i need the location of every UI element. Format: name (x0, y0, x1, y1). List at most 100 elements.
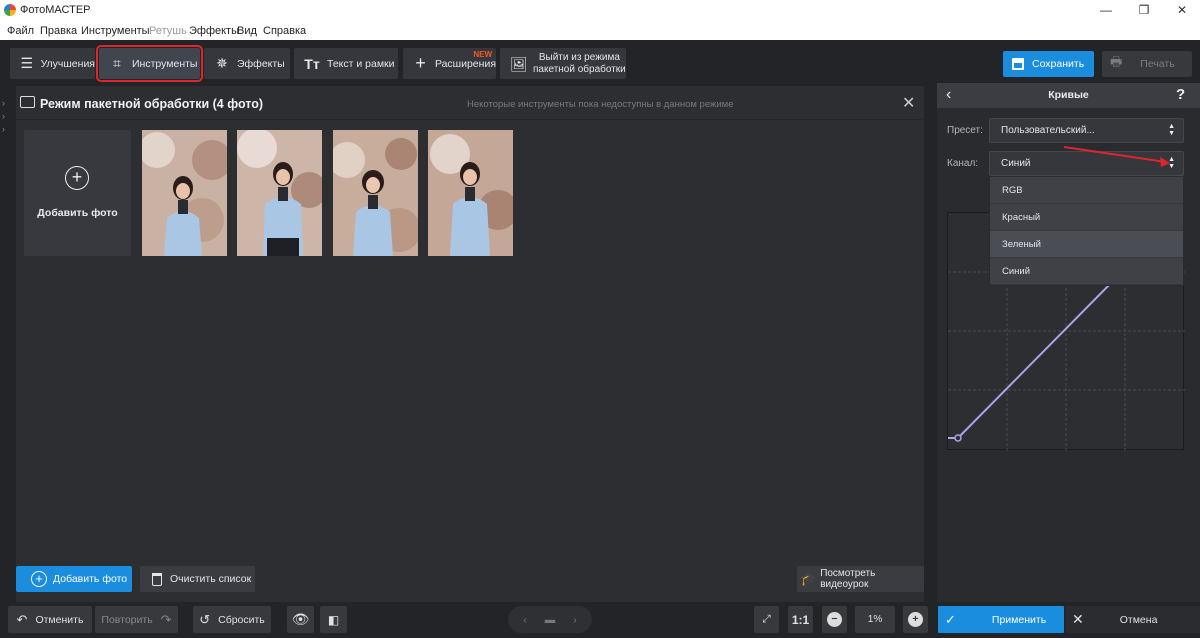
graduation-cap-icon: 🎓 (800, 571, 817, 586)
menu-bar: Файл Правка Инструменты Ретушь Эффекты В… (0, 20, 1200, 40)
tab-enhancements[interactable]: ☰ Улучшения (10, 48, 95, 79)
menu-tools[interactable]: Инструменты (81, 25, 150, 37)
channel-option-rgb[interactable]: RGB (990, 177, 1183, 204)
channel-label: Канал: (947, 158, 979, 169)
tab-text-frames[interactable]: Tт Текст и рамки (294, 48, 398, 79)
title-bar: ФотоМАСТЕР — ❐ ✕ (0, 0, 1200, 20)
reset-button[interactable]: ↺ Сбросить (193, 606, 271, 633)
add-circle-icon: + (31, 571, 47, 587)
tab-tools[interactable]: ⌗ Инструменты (96, 45, 203, 82)
photo-thumbnail[interactable] (237, 130, 322, 256)
tab-label: Улучшения (40, 57, 95, 70)
video-tutorial-label: Посмотреть видеоурок (820, 568, 876, 590)
cancel-button[interactable]: ✕ Отмена (1066, 606, 1200, 633)
chevron-right-icon[interactable]: › (2, 124, 5, 134)
exit-batch-button[interactable]: 🖼 Выйти из режима пакетной обработки (500, 48, 626, 79)
undo-label: Отменить (35, 613, 84, 626)
apply-button[interactable]: ✓ Применить (938, 606, 1064, 633)
save-label: Сохранить (1032, 58, 1085, 70)
zoom-in-button[interactable]: + (903, 606, 928, 633)
add-photo-button[interactable]: + Добавить фото (16, 566, 132, 592)
plus-circle-icon: + (908, 612, 923, 627)
add-circle-icon: + (65, 166, 89, 190)
photo-thumbnail[interactable] (333, 130, 418, 256)
text-icon: Tт (304, 55, 320, 72)
redo-button[interactable]: Повторить ↷ (95, 606, 178, 633)
chevron-right-icon[interactable]: › (2, 98, 5, 108)
gallery-icon (20, 96, 35, 108)
save-button[interactable]: Сохранить (1003, 51, 1094, 77)
zoom-level: 1% (855, 606, 895, 633)
channel-option-blue[interactable]: Синий (990, 258, 1183, 285)
folder-icon[interactable]: ▬ (545, 614, 556, 626)
video-tutorial-button[interactable]: 🎓 Посмотреть видеоурок (797, 566, 924, 592)
menu-retouch[interactable]: Ретушь (149, 25, 187, 37)
trash-icon (152, 572, 162, 586)
photo-image (142, 130, 227, 256)
chevron-right-icon[interactable]: › (573, 614, 577, 626)
panel-note: Некоторые инструменты пока недоступны в … (467, 99, 734, 110)
zoom-out-button[interactable]: − (822, 606, 847, 633)
reset-label: Сбросить (218, 613, 265, 626)
tab-label: Расширения (434, 57, 496, 70)
menu-view[interactable]: Вид (237, 25, 257, 37)
fit-screen-button[interactable]: ⤢ (754, 606, 779, 633)
undo-button[interactable]: ↶ Отменить (8, 606, 92, 633)
cancel-label: Отмена (1119, 613, 1158, 626)
channel-value: Синий (1001, 158, 1031, 169)
print-label: Печать (1140, 58, 1175, 70)
clear-list-button[interactable]: Очистить список (140, 566, 255, 592)
close-window-button[interactable]: ✕ (1164, 0, 1200, 20)
menu-edit[interactable]: Правка (40, 25, 77, 37)
image-icon: 🖼 (510, 55, 528, 72)
photo-thumbnail[interactable] (428, 130, 513, 256)
menu-effects[interactable]: Эффекты (189, 25, 239, 37)
photo-image (428, 130, 513, 256)
sliders-icon: ☰ (20, 55, 34, 71)
print-button[interactable]: 🖶 Печать (1102, 51, 1192, 77)
window-title: ФотоМАСТЕР (20, 4, 91, 16)
app-logo-icon (4, 4, 16, 16)
plus-icon: + (415, 53, 426, 73)
tab-label: Текст и рамки (327, 57, 395, 70)
annotation-arrow (1063, 146, 1170, 167)
redo-label: Повторить (101, 613, 153, 626)
tab-effects[interactable]: ✵ Эффекты (204, 48, 290, 79)
panel-title: Режим пакетной обработки (4 фото) (40, 97, 264, 111)
new-badge: NEW (473, 50, 492, 59)
add-photo-tile[interactable]: + Добавить фото (24, 130, 131, 256)
channel-option-green[interactable]: Зеленый (990, 231, 1183, 258)
menu-file[interactable]: Файл (7, 25, 34, 37)
menu-help[interactable]: Справка (263, 25, 306, 37)
exit-batch-line2: пакетной обработки (533, 63, 626, 75)
minimize-button[interactable]: — (1088, 0, 1124, 20)
compare-button[interactable]: ◧ (320, 606, 347, 633)
chevron-right-icon[interactable]: › (2, 111, 5, 121)
checkmark-icon: ✓ (945, 611, 956, 627)
tab-extensions[interactable]: + Расширения NEW (403, 48, 496, 79)
maximize-button[interactable]: ❐ (1126, 0, 1162, 20)
close-icon[interactable]: ✕ (902, 93, 915, 113)
actual-size-button[interactable]: 1:1 (788, 606, 813, 633)
curves-title: Кривые (1048, 89, 1089, 101)
preset-value: Пользовательский... (1001, 125, 1095, 136)
redo-icon: ↷ (160, 611, 172, 627)
crop-icon: ⌗ (113, 55, 121, 71)
preview-button[interactable]: 👁 (287, 606, 314, 633)
photo-thumbnail[interactable] (142, 130, 227, 256)
photo-image (333, 130, 418, 256)
close-icon: ✕ (1072, 611, 1084, 627)
apply-label: Применить (991, 613, 1047, 626)
floppy-icon (1012, 58, 1024, 70)
preset-label: Пресет: (947, 125, 983, 136)
fit-screen-icon: ⤢ (762, 613, 771, 625)
magic-wand-icon: ✵ (216, 55, 228, 71)
tab-label: Инструменты (132, 57, 198, 70)
help-icon[interactable]: ? (1176, 86, 1185, 103)
add-photo-tile-label: Добавить фото (37, 207, 118, 219)
exit-batch-label: Выйти из режима пакетной обработки (533, 52, 626, 76)
add-photo-label: Добавить фото (53, 573, 128, 585)
channel-option-red[interactable]: Красный (990, 204, 1183, 231)
minus-circle-icon: − (827, 612, 842, 627)
chevron-left-icon[interactable]: ‹ (523, 614, 527, 626)
